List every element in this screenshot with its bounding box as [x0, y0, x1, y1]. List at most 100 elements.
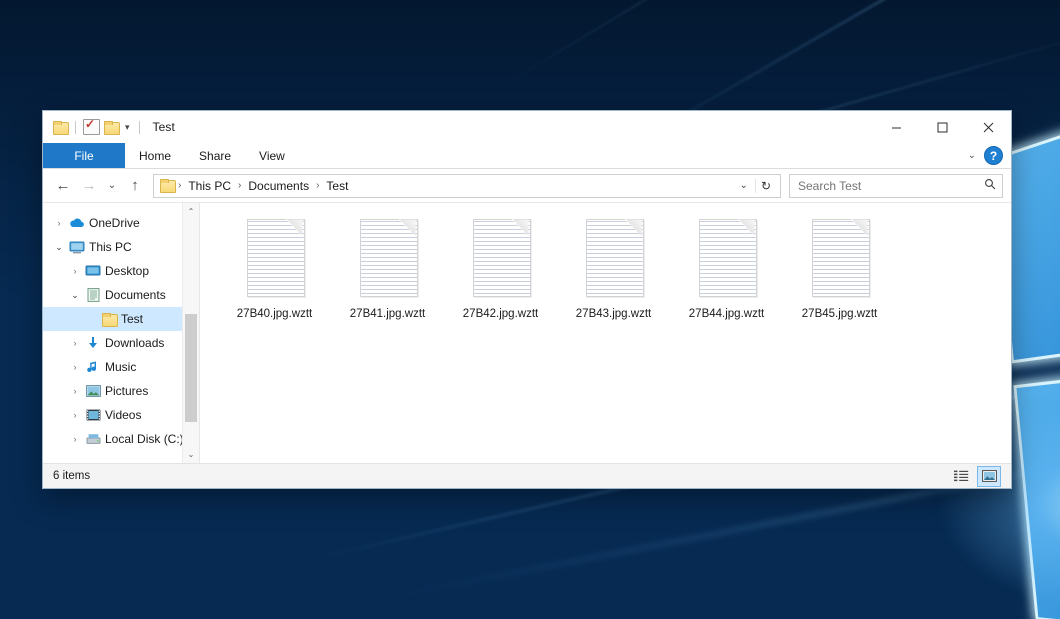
generic-file-icon: [470, 219, 532, 297]
window-controls: [873, 111, 1011, 143]
up-button[interactable]: ↑: [123, 174, 147, 198]
breadcrumb-bar[interactable]: › This PC › Documents › Test ⌄ ↻: [153, 174, 781, 198]
file-item[interactable]: 27B40.jpg.wztt: [218, 217, 331, 343]
recent-locations-button[interactable]: ⌄: [103, 174, 121, 198]
generic-file-icon: [244, 219, 306, 297]
cloud-icon: [67, 217, 87, 229]
chevron-right-icon[interactable]: ›: [67, 410, 83, 420]
toolbar-divider: [75, 121, 76, 134]
file-item[interactable]: 27B42.jpg.wztt: [444, 217, 557, 343]
file-item[interactable]: 27B45.jpg.wztt: [783, 217, 896, 343]
file-name: 27B40.jpg.wztt: [237, 307, 312, 321]
folder-icon[interactable]: [53, 121, 68, 134]
chevron-right-icon[interactable]: ›: [67, 362, 83, 372]
window-title: Test: [153, 120, 175, 134]
navigation-pane: › OneDrive ⌄ This PC ›: [43, 203, 200, 463]
details-view-button[interactable]: [949, 466, 973, 487]
scroll-up-icon[interactable]: ⌃: [183, 203, 199, 220]
file-item[interactable]: 27B44.jpg.wztt: [670, 217, 783, 343]
breadcrumb-separator: ›: [177, 180, 182, 191]
file-list-pane[interactable]: 27B40.jpg.wztt 27B41.jpg.wztt 27B42.jpg.…: [200, 203, 1011, 463]
file-item[interactable]: 27B41.jpg.wztt: [331, 217, 444, 343]
download-icon: [83, 336, 103, 350]
expand-ribbon-icon[interactable]: ⌄: [968, 150, 976, 161]
scrollbar-track[interactable]: [183, 220, 199, 446]
file-name: 27B43.jpg.wztt: [576, 307, 651, 321]
forward-button[interactable]: →: [77, 174, 101, 198]
toolbar-divider: [139, 121, 140, 134]
file-name: 27B45.jpg.wztt: [802, 307, 877, 321]
generic-file-icon: [809, 219, 871, 297]
file-name: 27B42.jpg.wztt: [463, 307, 538, 321]
sidebar-item-label: Local Disk (C:): [103, 432, 184, 446]
search-box[interactable]: [789, 174, 1003, 198]
sidebar-item-downloads[interactable]: › Downloads: [43, 331, 199, 355]
help-button[interactable]: ?: [984, 146, 1003, 165]
folder-icon: [99, 313, 119, 326]
tab-file[interactable]: File: [43, 143, 125, 168]
refresh-icon[interactable]: ↻: [755, 179, 776, 193]
quick-access-toolbar: ▾: [43, 119, 143, 135]
sidebar-item-pictures[interactable]: › Pictures: [43, 379, 199, 403]
title-bar: ▾ Test: [43, 111, 1011, 143]
chevron-down-icon[interactable]: ⌄: [735, 180, 753, 191]
item-count-label: 6 items: [53, 470, 90, 482]
desktop-icon: [83, 265, 103, 277]
sidebar-item-local-disk-c[interactable]: › Local Disk (C:): [43, 427, 199, 451]
file-name: 27B44.jpg.wztt: [689, 307, 764, 321]
scroll-down-icon[interactable]: ⌄: [183, 446, 199, 463]
chevron-down-icon[interactable]: ⌄: [51, 242, 67, 253]
navigation-pane-scrollbar[interactable]: ⌃ ⌄: [182, 203, 199, 463]
sidebar-item-label: Desktop: [103, 264, 149, 278]
sidebar-item-label: Documents: [103, 288, 166, 302]
sidebar-item-desktop[interactable]: › Desktop: [43, 259, 199, 283]
close-button[interactable]: [965, 111, 1011, 143]
sidebar-item-this-pc[interactable]: ⌄ This PC: [43, 235, 199, 259]
properties-checkbox-icon[interactable]: [83, 119, 100, 135]
ribbon-right-controls: ⌄ ?: [968, 143, 1011, 168]
window-body: › OneDrive ⌄ This PC ›: [43, 202, 1011, 463]
folder-icon: [160, 179, 175, 192]
chevron-right-icon[interactable]: ›: [67, 266, 83, 276]
sidebar-item-onedrive[interactable]: › OneDrive: [43, 211, 199, 235]
large-icons-view-button[interactable]: [977, 466, 1001, 487]
address-bar-actions: ⌄ ↻: [735, 179, 776, 193]
back-button[interactable]: ←: [51, 174, 75, 198]
sidebar-item-label: Music: [103, 360, 136, 374]
documents-icon: [83, 288, 103, 302]
ribbon-tab-strip: File Home Share View ⌄ ?: [43, 143, 1011, 169]
minimize-button[interactable]: [873, 111, 919, 143]
breadcrumb-item-this-pc[interactable]: This PC: [184, 178, 235, 194]
file-grid: 27B40.jpg.wztt 27B41.jpg.wztt 27B42.jpg.…: [218, 217, 1011, 343]
chevron-right-icon[interactable]: ›: [67, 434, 83, 444]
sidebar-item-label: Test: [119, 312, 143, 326]
sidebar-item-label: Downloads: [103, 336, 164, 350]
sidebar-item-videos[interactable]: › Videos: [43, 403, 199, 427]
chevron-down-icon[interactable]: ▾: [123, 122, 132, 133]
file-item[interactable]: 27B43.jpg.wztt: [557, 217, 670, 343]
new-folder-icon[interactable]: [104, 121, 119, 134]
sidebar-item-label: Pictures: [103, 384, 148, 398]
breadcrumb-item-test[interactable]: Test: [322, 178, 352, 194]
maximize-button[interactable]: [919, 111, 965, 143]
sidebar-item-music[interactable]: › Music: [43, 355, 199, 379]
sidebar-item-test[interactable]: Test: [43, 307, 199, 331]
search-input[interactable]: [796, 178, 980, 194]
tab-home[interactable]: Home: [125, 143, 185, 168]
chevron-right-icon[interactable]: ›: [67, 386, 83, 396]
music-icon: [83, 360, 103, 374]
breadcrumb-item-documents[interactable]: Documents: [244, 178, 313, 194]
generic-file-icon: [696, 219, 758, 297]
chevron-right-icon[interactable]: ›: [67, 338, 83, 348]
file-explorer-window: ▾ Test File Home Share View ⌄ ? ← →: [42, 110, 1012, 489]
generic-file-icon: [357, 219, 419, 297]
chevron-down-icon[interactable]: ⌄: [67, 290, 83, 301]
sidebar-item-documents[interactable]: ⌄ Documents: [43, 283, 199, 307]
scrollbar-thumb[interactable]: [185, 314, 197, 422]
videos-icon: [83, 409, 103, 421]
chevron-right-icon[interactable]: ›: [51, 218, 67, 228]
tab-share[interactable]: Share: [185, 143, 245, 168]
tab-view[interactable]: View: [245, 143, 299, 168]
file-name: 27B41.jpg.wztt: [350, 307, 425, 321]
search-icon[interactable]: [984, 178, 996, 193]
